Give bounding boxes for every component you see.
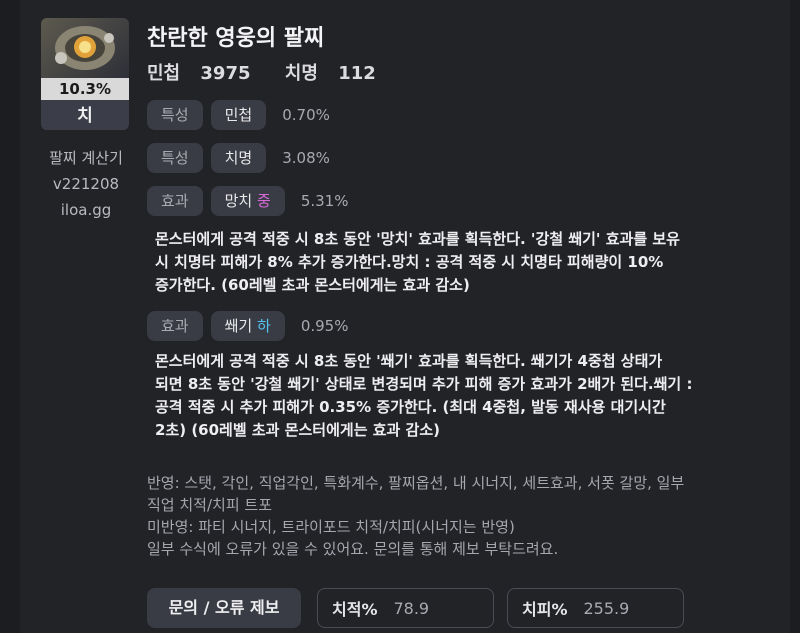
effect-row: 효과 쐐기 하 0.95% [147,311,348,341]
calculation-notes: 반영: 스탯, 각인, 직업각인, 특화계수, 팔찌옵션, 내 시너지, 세트효… [147,472,767,560]
crit-rate-label: 치적% [332,600,378,619]
report-error-button[interactable]: 문의 / 오류 제보 [147,588,301,628]
effect-type-chip: 특성 [147,100,203,130]
calculator-site: iloa.gg [60,201,112,219]
effect-grade: 하 [257,317,271,335]
effect-type-chip: 효과 [147,186,203,216]
item-stats: 민첩 3975 치명 112 [147,59,404,85]
crit-damage-label: 치피% [522,600,568,619]
effect-name-chip: 민첩 [210,100,267,130]
effect-name: 쐐기 [224,317,253,335]
note-line: 미반영: 파티 시너지, 트라이포드 치적/치피(시너지는 반영) [147,518,515,536]
effect-name-chip: 망치 중 [210,186,285,216]
effect-description: 몬스터에게 공격 적중 시 8초 동안 '망치' 효과를 획득한다. '강철 쐐… [155,228,765,297]
effect-name: 망치 [224,192,253,210]
stat-value: 112 [338,63,376,84]
stat-label: 민첩 [147,63,181,84]
crit-damage-field[interactable]: 치피% 255.9 [507,588,684,628]
effect-type-chip: 특성 [147,143,203,173]
effect-value: 0.70% [282,106,330,124]
note-line: 일부 수식에 오류가 있을 수 있어요. 문의를 통해 제보 부탁드려요. [147,540,559,558]
effect-row: 효과 망치 중 5.31% [147,186,348,216]
note-line: 반영: 스탯, 각인, 직업각인, 특화계수, 팔찌옵션, 내 시너지, 세트효… [147,474,685,492]
item-percent: 10.3% [41,78,129,100]
effect-grade: 중 [257,192,271,210]
description-line: 되면 8초 동안 '강철 쐐기' 상태로 변경되며 추가 피해 증가 효과가 2… [155,375,693,393]
effect-value: 0.95% [300,317,349,335]
bracelet-icon: 10.3% 치 [41,18,129,130]
note-line: 직업 치적/치피 트포 [147,496,272,514]
effect-row: 특성 치명 3.08% [147,143,330,173]
effect-name-chip: 쐐기 하 [210,311,285,341]
effect-row: 특성 민첩 0.70% [147,100,330,130]
description-line: 몬스터에게 공격 적중 시 8초 동안 '망치' 효과를 획득한다. '강철 쐐… [155,230,680,248]
description-line: 시 치명타 피해가 8% 추가 증가한다.망치 : 공격 적중 시 치명타 피해… [155,253,664,271]
effect-value: 5.31% [300,192,349,210]
effect-name-chip: 치명 [210,143,267,173]
crit-rate-value: 78.9 [393,598,430,618]
description-line: 몬스터에게 공격 적중 시 8초 동안 '쐐기' 효과를 획득한다. 쐐기가 4… [155,352,663,370]
bracelet-image [41,18,129,80]
crit-damage-value: 255.9 [583,598,630,618]
calculator-version: v221208 [52,175,120,193]
effect-type-chip: 효과 [147,311,203,341]
stat-crit: 치명 112 [285,63,390,84]
stat-agility: 민첩 3975 [147,63,265,84]
description-line: 증가한다. (60레벨 초과 몬스터에게는 효과 감소) [155,276,470,294]
effect-value: 3.08% [282,149,330,167]
crit-rate-field[interactable]: 치적% 78.9 [317,588,494,628]
calculator-info: 팔찌 계산기 v221208 iloa.gg [41,145,131,223]
item-name: 찬란한 영웅의 팔찌 [147,26,325,51]
item-grade-label: 치 [41,102,129,130]
stat-value: 3975 [200,63,251,84]
calculator-title: 팔찌 계산기 [49,149,123,167]
stat-label: 치명 [284,63,318,84]
description-line: 공격 적중 시 추가 피해가 0.35% 증가한다. (최대 4중첩, 발동 재… [155,398,666,416]
effect-description: 몬스터에게 공격 적중 시 8초 동안 '쐐기' 효과를 획득한다. 쐐기가 4… [155,350,765,442]
description-line: 2초) (60레벨 초과 몬스터에게는 효과 감소) [155,421,440,439]
